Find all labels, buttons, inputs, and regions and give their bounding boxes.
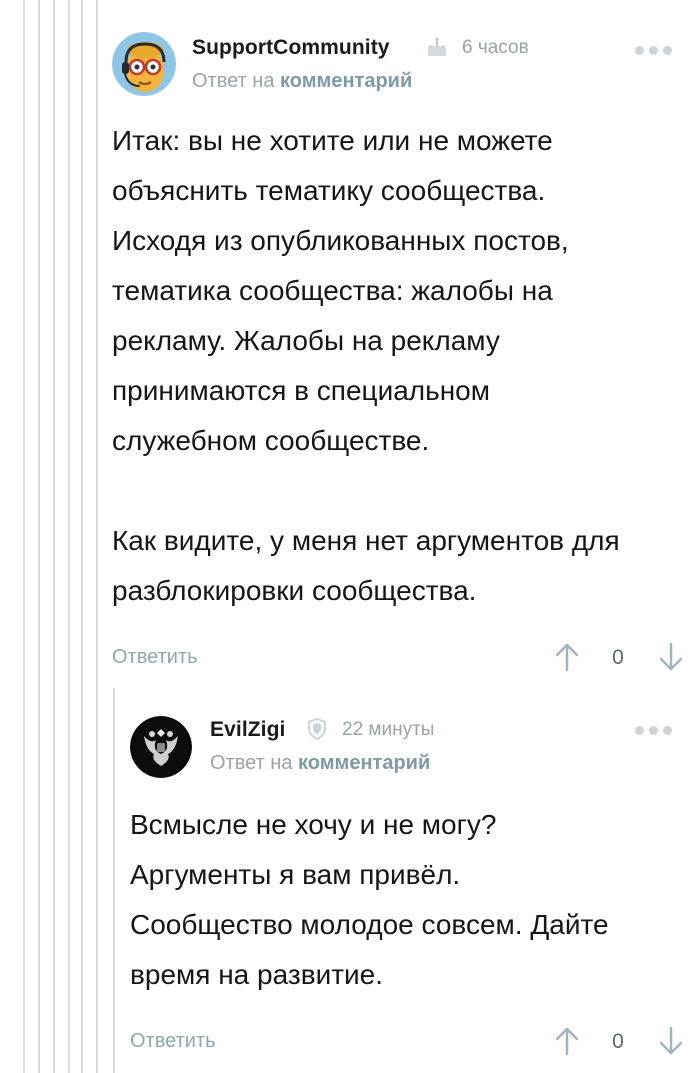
vote-controls: 0 xyxy=(554,1022,684,1062)
author-name[interactable]: SupportCommunity xyxy=(192,36,390,60)
downvote-icon[interactable] xyxy=(658,642,684,672)
avatar[interactable] xyxy=(112,32,176,96)
more-options-icon[interactable] xyxy=(635,726,672,735)
reply-prefix: Ответ на xyxy=(210,752,293,774)
reply-to: Ответ на комментарий xyxy=(210,752,430,775)
reply-to: Ответ на комментарий xyxy=(192,70,412,93)
comment-footer: Ответить 0 xyxy=(112,638,684,678)
timestamp[interactable]: 22 минуты xyxy=(342,719,434,741)
comment-header: EvilZigi 22 минуты Ответ на комментарий xyxy=(130,710,684,780)
vote-score: 0 xyxy=(612,646,624,669)
more-options-icon[interactable] xyxy=(635,46,672,55)
thread-line xyxy=(53,0,55,1073)
comment: EvilZigi 22 минуты Ответ на комментарий … xyxy=(130,710,684,1062)
comment-text: Итак: вы не хотите или не можете объясни… xyxy=(112,125,620,606)
vote-score: 0 xyxy=(612,1030,624,1053)
comment-header: SupportCommunity 6 часов Ответ на коммен… xyxy=(112,26,684,96)
parent-comment-link[interactable]: комментарий xyxy=(298,752,430,774)
upvote-icon[interactable] xyxy=(554,642,580,672)
author-name[interactable]: EvilZigi xyxy=(210,718,285,742)
thread-line xyxy=(81,0,83,1073)
thread-line xyxy=(23,0,25,1073)
vote-controls: 0 xyxy=(554,638,684,678)
thread-line xyxy=(96,0,98,1073)
reply-button[interactable]: Ответить xyxy=(130,1030,216,1053)
thread-line xyxy=(113,688,115,1073)
parent-comment-link[interactable]: комментарий xyxy=(280,70,412,92)
comment-footer: Ответить 0 xyxy=(130,1022,684,1062)
thread-line xyxy=(38,0,40,1073)
reply-button[interactable]: Ответить xyxy=(112,646,198,669)
avatar[interactable] xyxy=(130,716,192,778)
comment: SupportCommunity 6 часов Ответ на коммен… xyxy=(112,26,684,678)
thread-line xyxy=(68,0,70,1073)
reply-prefix: Ответ на xyxy=(192,70,275,92)
comment-text: Всмысле не хочу и не могу? Аргументы я в… xyxy=(130,809,609,990)
timestamp[interactable]: 6 часов xyxy=(462,37,529,59)
downvote-icon[interactable] xyxy=(658,1026,684,1056)
shield-icon xyxy=(305,717,329,741)
upvote-icon[interactable] xyxy=(554,1026,580,1056)
cake-icon xyxy=(425,35,449,59)
